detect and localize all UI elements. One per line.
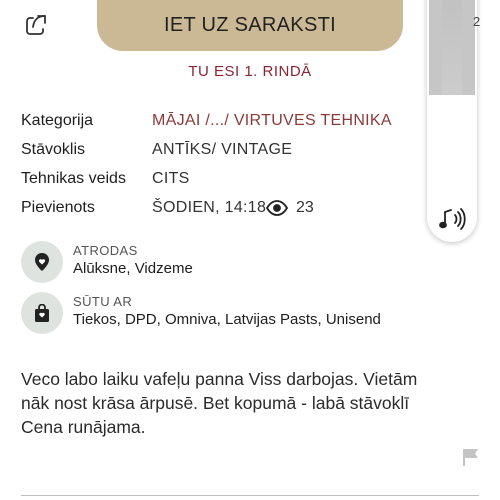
flag-icon[interactable]: [460, 448, 480, 466]
added-label: Pievienots: [21, 199, 95, 216]
shipping-caption: SŪTU AR: [73, 294, 133, 309]
go-to-list-button[interactable]: IET UZ SARAKSTI: [97, 0, 403, 51]
eye-icon: [266, 200, 288, 216]
shipping-icon-circle: [21, 292, 63, 334]
added-value: ŠODIEN, 14:18: [152, 199, 267, 216]
shipping-value: Tiekos, DPD, Omniva, Latvijas Pasts, Uni…: [73, 311, 381, 328]
condition-label: Stāvoklis: [21, 141, 86, 158]
share-icon: [26, 15, 46, 35]
location-caption: ATRODAS: [73, 243, 138, 258]
listing-description: Veco labo laiku vafeļu panna Viss darboj…: [21, 367, 471, 439]
description-line: Veco labo laiku vafeļu panna Viss darboj…: [21, 369, 418, 389]
type-label: Tehnikas veids: [21, 170, 126, 187]
location-value: Alūksne, Vidzeme: [73, 260, 193, 277]
panel-scroll-track: [429, 0, 475, 95]
edge-number: 2: [473, 14, 481, 29]
category-link[interactable]: MĀJAI /.../ VIRTUVES TEHNIKA: [152, 112, 392, 130]
shopping-bag-icon: [35, 303, 49, 322]
category-label: Kategorija: [21, 112, 94, 129]
description-line: Cena runājama.: [21, 417, 146, 437]
type-value: CITS: [152, 170, 190, 187]
audio-side-panel[interactable]: [427, 0, 477, 242]
description-line: nāk nost krāsa ārpusē. Bet kopumā - labā…: [21, 393, 410, 413]
share-button[interactable]: [22, 11, 50, 39]
queue-status: TU ESI 1. RINDĀ: [188, 63, 312, 80]
location-icon-circle: [21, 241, 63, 283]
bottom-divider: [21, 495, 479, 496]
location-pin-icon: [35, 253, 49, 271]
condition-value: ANTĪKS/ VINTAGE: [152, 141, 293, 158]
audio-icon[interactable]: [436, 204, 466, 234]
views-count: 23: [296, 199, 314, 216]
